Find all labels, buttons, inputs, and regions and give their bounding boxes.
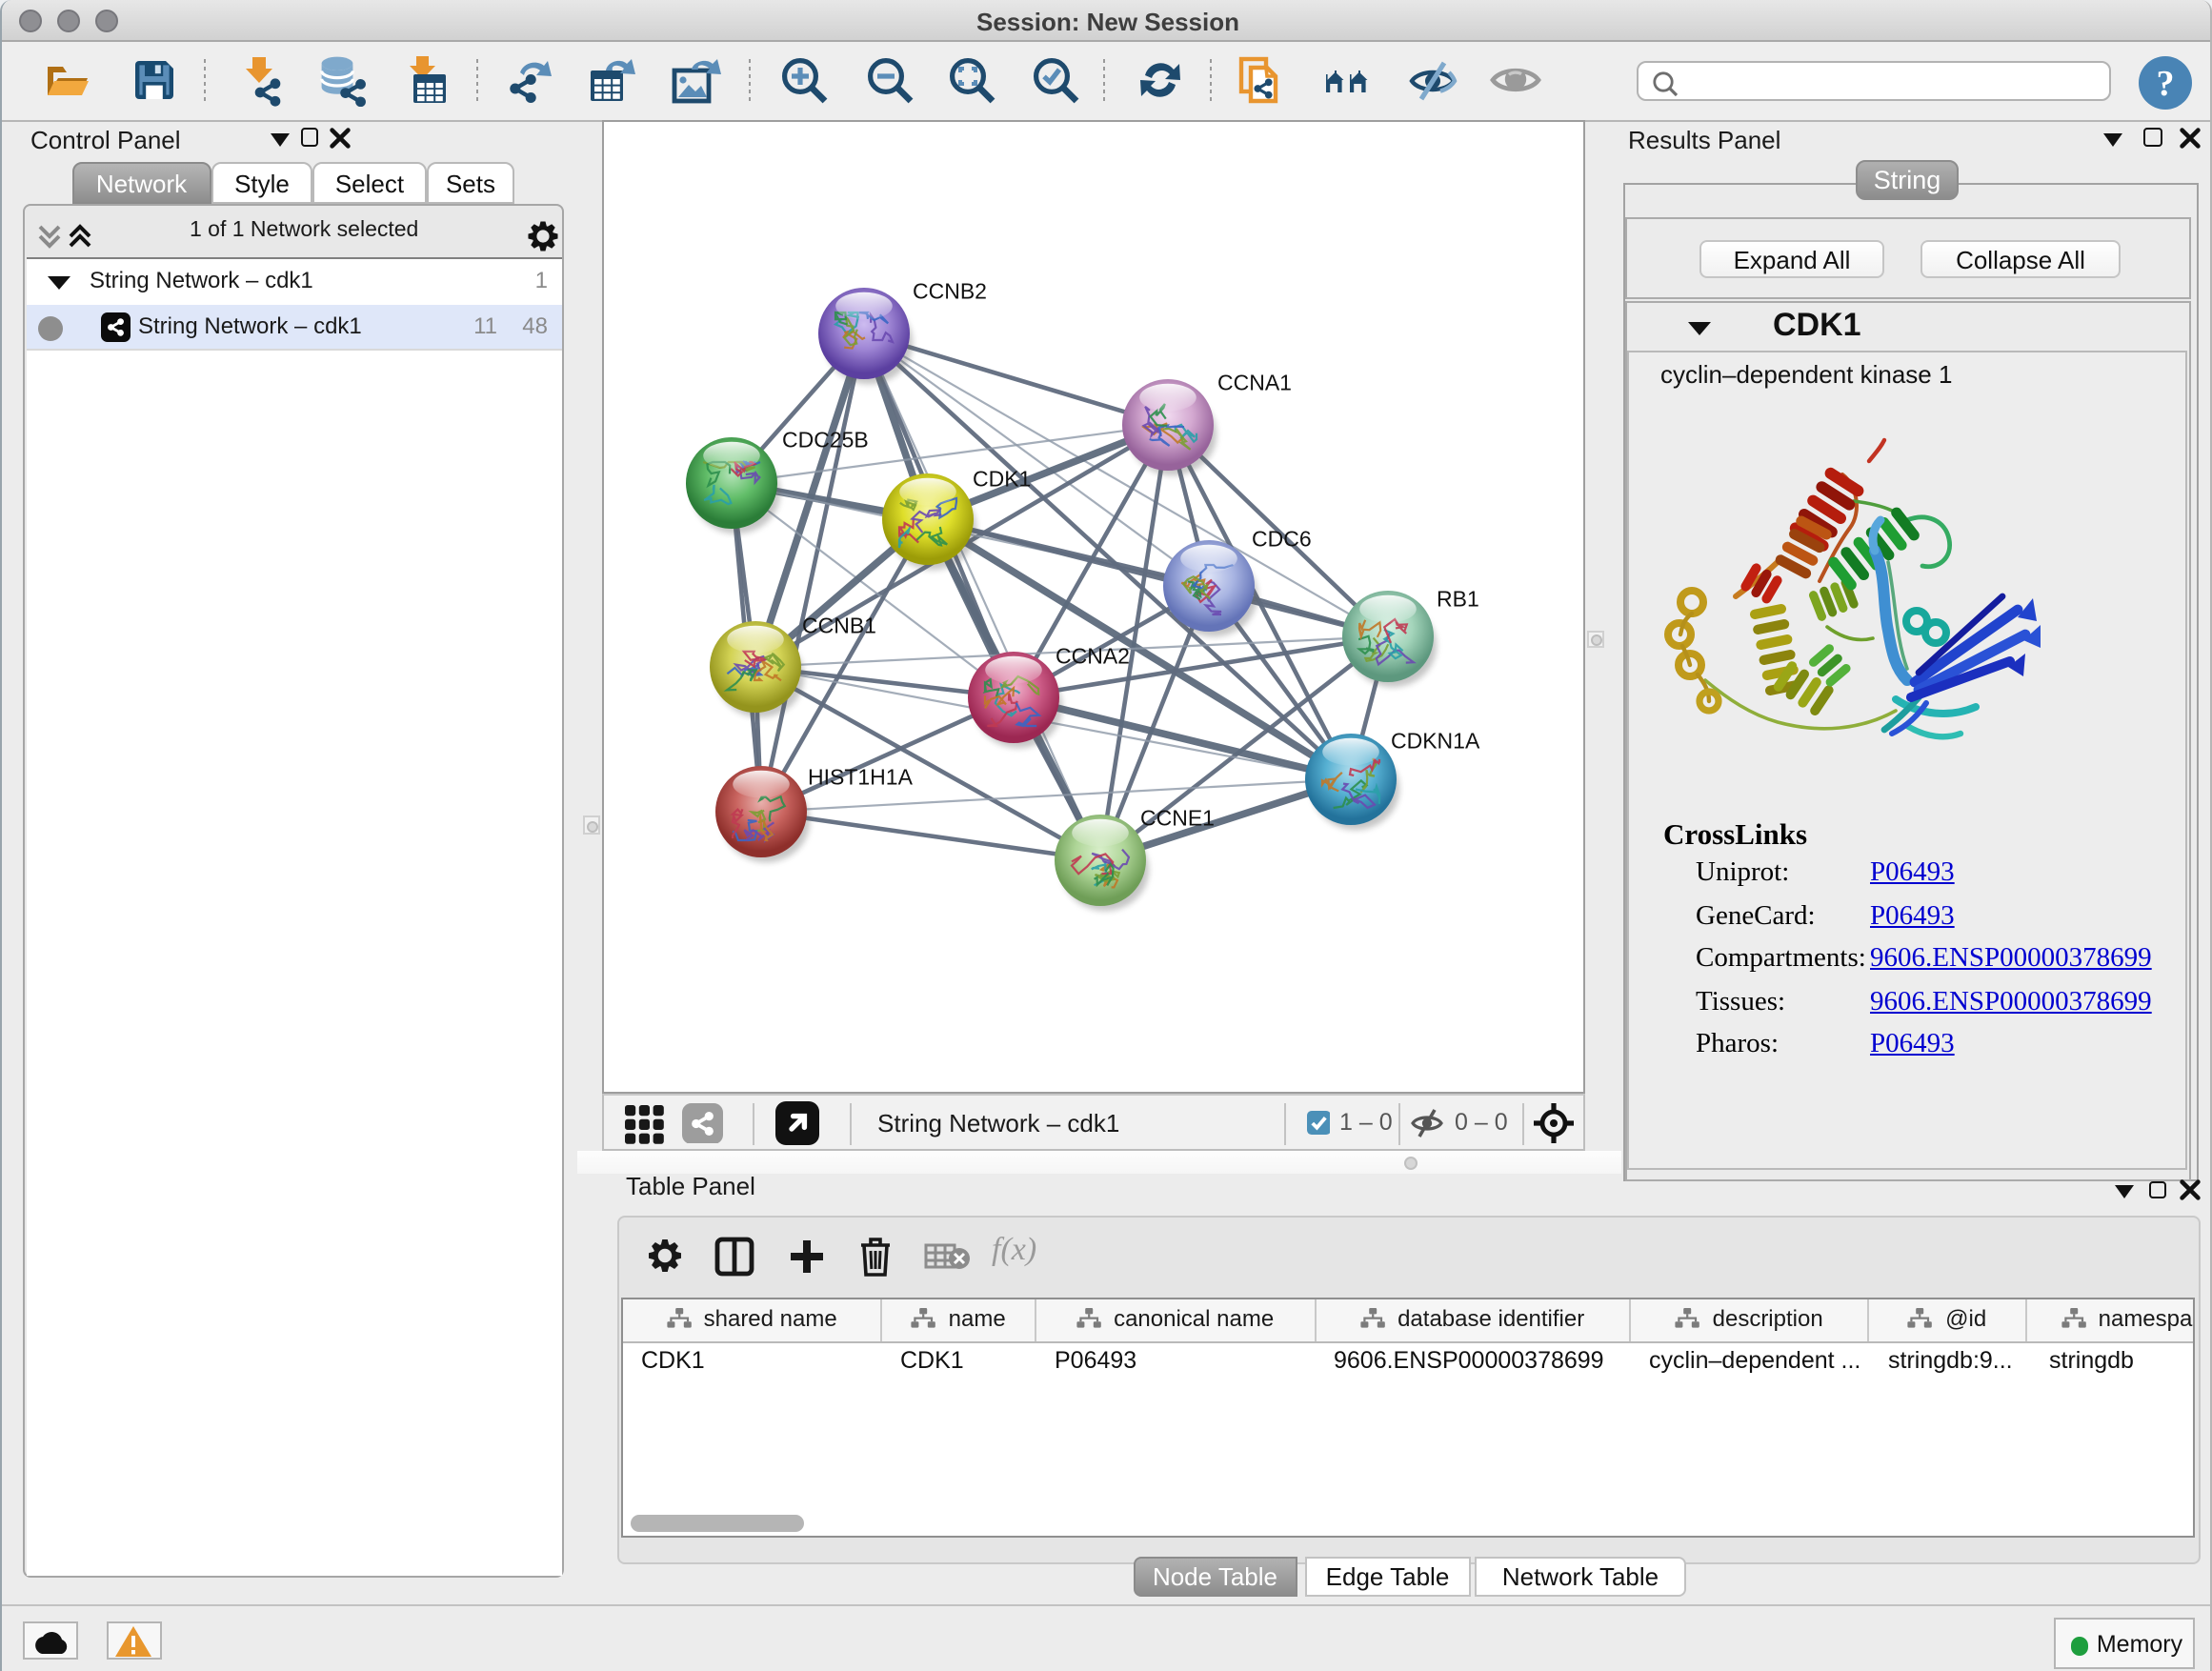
svg-text:CDC6: CDC6 xyxy=(1252,525,1312,550)
svg-text:RB1: RB1 xyxy=(1437,585,1479,610)
svg-text:CCNB2: CCNB2 xyxy=(913,277,987,302)
svg-text:CCNA1: CCNA1 xyxy=(1217,369,1292,393)
svg-text:?: ? xyxy=(2157,64,2175,104)
svg-text:HIST1H1A: HIST1H1A xyxy=(808,763,914,788)
svg-text:CCNB1: CCNB1 xyxy=(802,612,876,636)
svg-text:CCNE1: CCNE1 xyxy=(1140,804,1215,829)
svg-text:CDKN1A: CDKN1A xyxy=(1391,727,1480,752)
svg-text:CCNA2: CCNA2 xyxy=(1056,642,1130,667)
svg-text:CDK1: CDK1 xyxy=(973,465,1031,490)
svg-text:CDC25B: CDC25B xyxy=(782,426,869,451)
